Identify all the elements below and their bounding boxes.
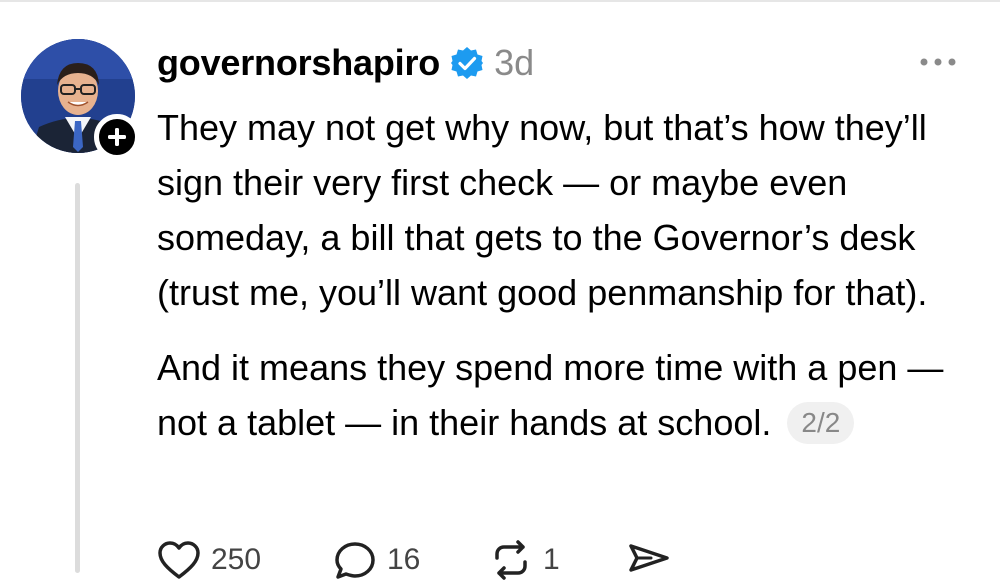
top-divider <box>0 0 1000 2</box>
comment-icon <box>335 542 375 579</box>
like-count: 250 <box>211 543 262 576</box>
more-options-icon <box>920 58 956 66</box>
post-header: governorshapiro 3d <box>157 36 534 90</box>
reply-button[interactable]: 16 <box>333 540 489 580</box>
thread-line <box>75 183 80 573</box>
post-timestamp: 3d <box>494 42 535 83</box>
repost-button[interactable]: 1 <box>489 540 627 580</box>
repost-count: 1 <box>543 543 560 576</box>
action-bar: 250 16 1 <box>157 540 671 580</box>
like-button[interactable]: 250 <box>157 540 333 580</box>
follow-button[interactable] <box>94 114 140 160</box>
heart-icon <box>158 541 200 579</box>
reply-count: 16 <box>387 543 421 576</box>
username[interactable]: governorshapiro <box>157 42 440 84</box>
post-paragraph: And it means they spend more time with a… <box>157 340 987 450</box>
more-options-button[interactable] <box>918 50 958 74</box>
repost-icon <box>495 540 527 580</box>
verified-badge-icon <box>451 47 484 79</box>
thread-page-indicator: 2/2 <box>787 402 855 444</box>
plus-icon <box>108 128 126 146</box>
post-paragraph: They may not get why now, but that’s how… <box>157 107 928 313</box>
share-button[interactable] <box>627 540 671 580</box>
post-body: They may not get why now, but that’s how… <box>157 100 987 450</box>
send-icon <box>629 544 669 572</box>
